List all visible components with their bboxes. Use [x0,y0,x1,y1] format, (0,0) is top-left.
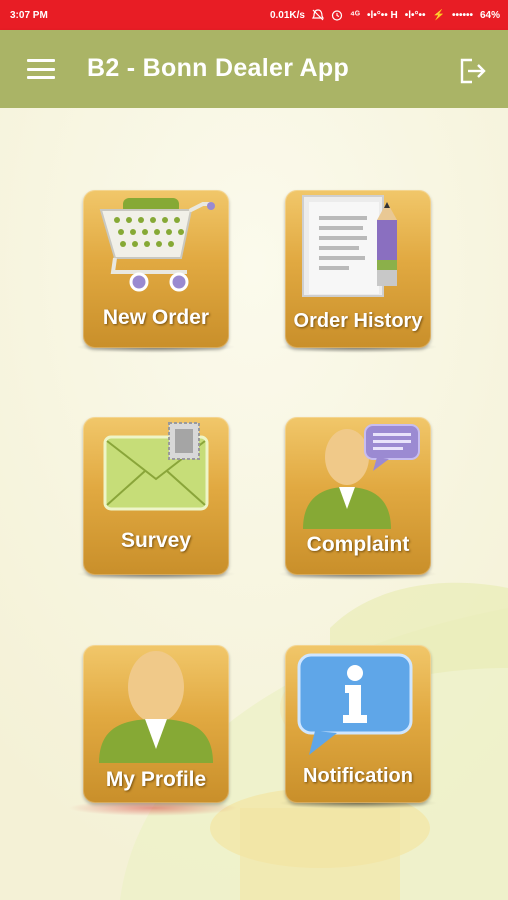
app-bar: B2 - Bonn Dealer App [0,30,508,108]
notification-tile[interactable]: Notification [285,645,431,803]
order-history-tile[interactable]: Order History [285,190,431,348]
charging-icon: ⚡ [432,9,445,21]
battery-level: 64% [479,9,500,21]
info-bubble-icon [297,653,413,755]
tile-label: Order History [293,310,423,332]
signal-sim1: •l•°•• H [366,9,398,21]
logout-icon[interactable] [458,56,488,86]
battery-dots: •••••• [451,9,473,21]
survey-tile[interactable]: Survey [83,417,229,575]
person-icon [99,651,213,763]
alarm-clock-icon [331,10,343,21]
tile-label: Survey [120,529,192,552]
alarm-off-icon [312,9,324,21]
status-indicators: 0.01K/s ⁴ᴳ •l•°•• H •l•°•• ⚡ •••••• 64% [270,9,500,21]
complaint-tile[interactable]: Complaint [285,417,431,575]
app-title: B2 - Bonn Dealer App [87,54,350,82]
volte-indicator: ⁴ᴳ [349,9,360,21]
status-time: 3:07 PM [10,9,48,21]
tile-label: Notification [303,765,413,787]
my-profile-tile[interactable]: My Profile [83,645,229,803]
document-pencil-icon [302,195,397,297]
tile-label: Complaint [306,533,410,556]
tile-label: New Order [102,306,210,329]
shopping-cart-icon [99,198,215,292]
hamburger-menu-icon[interactable] [27,59,55,79]
person-speech-bubble-icon [303,424,420,529]
status-bar: 3:07 PM 0.01K/s ⁴ᴳ •l•°•• H •l•°•• ⚡ •••… [0,0,508,30]
new-order-tile[interactable]: New Order [83,190,229,348]
network-speed: 0.01K/s [269,9,305,21]
background-decoration [0,108,508,900]
envelope-icon [103,422,209,511]
tile-label: My Profile [105,768,207,791]
signal-sim2: •l•°•• [404,9,426,21]
